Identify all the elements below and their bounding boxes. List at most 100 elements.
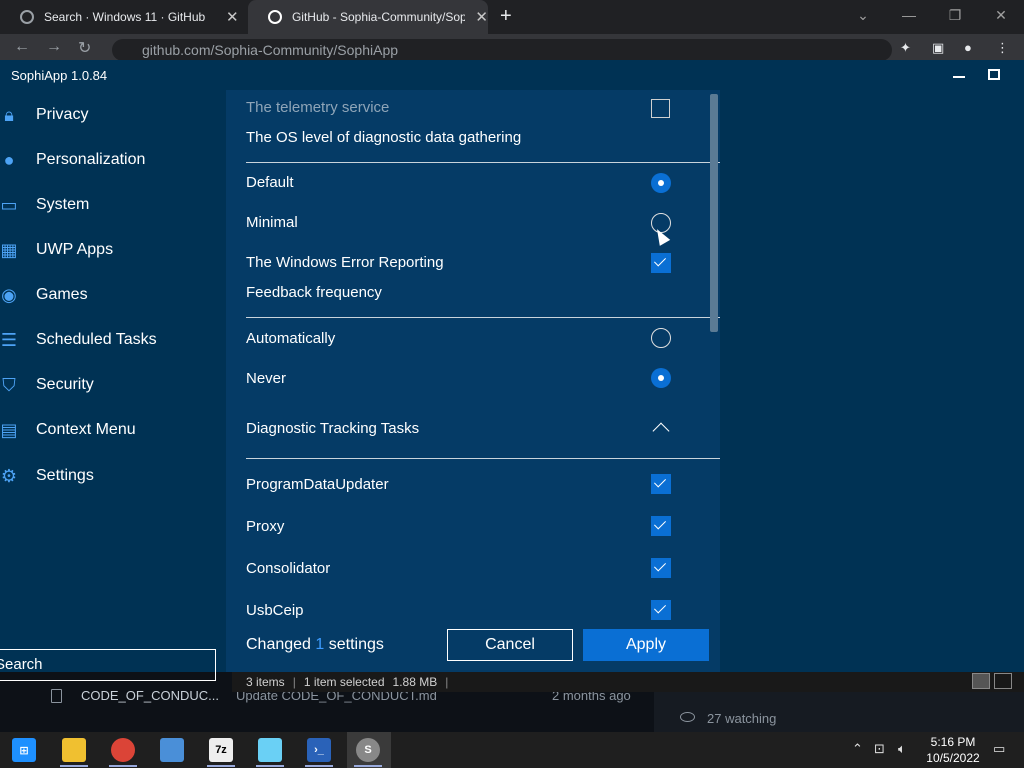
monitor-icon: ▭ <box>0 194 18 215</box>
file-name-link[interactable]: CODE_OF_CONDUC... <box>81 688 219 703</box>
running-indicator <box>207 765 235 767</box>
context-menu-icon: ▤ <box>0 419 18 440</box>
action-footer: Changed 1 settings Cancel Apply <box>246 629 716 661</box>
close-tab-icon[interactable]: ✕ <box>226 8 239 26</box>
task-label: ProgramDataUpdater <box>246 476 389 493</box>
divider <box>246 317 720 318</box>
notepad-icon[interactable] <box>258 738 282 762</box>
scrollbar-thumb[interactable] <box>710 94 718 332</box>
browser-tab-github[interactable]: GitHub - Sophia-Community/Sophia ✕ <box>248 0 488 34</box>
start-icon[interactable]: ⊞ <box>12 738 36 762</box>
divider <box>246 458 720 459</box>
network-icon[interactable]: ⊡ <box>874 741 885 757</box>
option-minimal-label: Minimal <box>246 214 298 231</box>
sidebar-item-scheduled-tasks[interactable]: ☰ Scheduled Tasks <box>0 320 226 360</box>
search-placeholder: Search <box>0 656 43 673</box>
restore-icon[interactable]: ❐ <box>932 0 978 34</box>
task-label: Consolidator <box>246 560 331 577</box>
tasks-icon: ☰ <box>0 329 18 350</box>
book-app-icon[interactable] <box>160 738 184 762</box>
clock-time: 5:16 PM <box>930 735 976 749</box>
clock[interactable]: 5:16 PM 10/5/2022 <box>918 734 988 766</box>
sidepanel-icon[interactable]: ▣ <box>932 40 944 56</box>
reload-icon[interactable]: ↻ <box>78 38 91 58</box>
settings-panel: The telemetry service The OS level of di… <box>226 90 720 672</box>
task-checkbox[interactable] <box>651 474 671 494</box>
sidebar-item-privacy[interactable]: 🔒︎ Privacy <box>0 95 226 135</box>
sidebar-item-label: Privacy <box>36 106 89 123</box>
file-explorer-icon[interactable] <box>62 738 86 762</box>
taskbar: ⊞ 7z ›_ S ⌃ ⊡ 🔈︎ 5:16 PM 10/5/2022 ▭ <box>0 732 1024 768</box>
extensions-icon[interactable]: ✦ <box>900 40 911 56</box>
sidebar-item-label: Scheduled Tasks <box>36 331 157 348</box>
details-view-icon[interactable] <box>972 673 990 689</box>
sidebar-item-settings[interactable]: ⚙ Settings <box>0 456 226 496</box>
person-icon: ● <box>3 149 15 170</box>
option-never-radio[interactable] <box>651 368 671 388</box>
app-titlebar: SophiApp 1.0.84 <box>0 60 1024 90</box>
tiles-view-icon[interactable] <box>994 673 1012 689</box>
sidebar-item-system[interactable]: ▭ System <box>0 185 226 225</box>
chrome-icon[interactable] <box>111 738 135 762</box>
changed-count: 1 <box>315 636 325 653</box>
changed-count-text: Changed 1 settings <box>246 636 384 653</box>
running-indicator <box>354 765 382 767</box>
sidebar-item-personalization[interactable]: ● Personalization <box>0 140 226 180</box>
search-input[interactable]: Search <box>0 649 216 681</box>
cancel-button[interactable]: Cancel <box>447 629 573 661</box>
maximize-icon[interactable] <box>988 69 1000 80</box>
apps-icon: ▦ <box>0 239 18 260</box>
minimize-icon[interactable]: — <box>886 0 932 34</box>
task-checkbox[interactable] <box>651 516 671 536</box>
apply-button[interactable]: Apply <box>583 629 709 661</box>
sophiapp-taskbar-icon[interactable]: S <box>356 738 380 762</box>
app-title: SophiApp 1.0.84 <box>11 68 108 83</box>
telemetry-service-checkbox[interactable] <box>651 99 670 118</box>
notification-icon[interactable]: ▭ <box>993 741 1005 757</box>
minimize-icon[interactable] <box>953 76 965 78</box>
diagnostic-data-header: The OS level of diagnostic data gatherin… <box>246 129 522 146</box>
7zip-icon[interactable]: 7z <box>209 738 233 762</box>
task-checkbox[interactable] <box>651 600 671 620</box>
telemetry-service-label: The telemetry service <box>246 99 390 116</box>
running-indicator <box>109 765 137 767</box>
close-icon[interactable]: ✕ <box>978 0 1024 34</box>
task-label: UsbCeip <box>246 602 304 619</box>
running-indicator <box>60 765 88 767</box>
option-automatically-radio[interactable] <box>651 328 671 348</box>
view-toggles <box>972 673 1012 689</box>
browser-tabstrip: Search · Windows 11 · GitHub ✕ GitHub - … <box>0 0 1024 34</box>
sidebar-item-uwp-apps[interactable]: ▦ UWP Apps <box>0 230 226 270</box>
sidebar-item-label: Games <box>36 286 88 303</box>
running-indicator <box>256 765 284 767</box>
file-icon <box>51 689 62 703</box>
tab-search-icon[interactable]: ⌄ <box>840 0 886 34</box>
tab-title: Search · Windows 11 · GitHub <box>44 10 206 24</box>
watching-count[interactable]: 27 watching <box>707 711 776 726</box>
tracking-tasks-header[interactable]: Diagnostic Tracking Tasks <box>246 420 701 437</box>
error-reporting-label: The Windows Error Reporting <box>246 254 444 271</box>
sophiapp-window: SophiApp 1.0.84 🔒︎ Privacy ● Personaliza… <box>0 60 1024 681</box>
sidebar-item-games[interactable]: ◉ Games <box>0 275 226 315</box>
sidebar-item-label: Context Menu <box>36 421 136 438</box>
menu-icon[interactable]: ⋮ <box>996 40 1009 56</box>
option-default-radio[interactable] <box>651 173 671 193</box>
sidebar-item-context-menu[interactable]: ▤ Context Menu <box>0 410 226 450</box>
address-bar[interactable]: github.com/Sophia-Community/SophiApp <box>112 39 892 61</box>
new-tab-icon[interactable]: + <box>500 5 512 28</box>
back-icon[interactable]: ← <box>14 38 30 56</box>
gamepad-icon: ◉ <box>1 284 17 305</box>
chevron-up-icon[interactable]: ⌃ <box>852 741 863 757</box>
sidebar-item-security[interactable]: ⛉ Security <box>0 365 226 405</box>
error-reporting-checkbox[interactable] <box>651 253 671 273</box>
task-checkbox[interactable] <box>651 558 671 578</box>
lock-icon: 🔒︎ <box>4 104 14 125</box>
profile-icon[interactable]: ● <box>964 40 972 55</box>
browser-tab-search[interactable]: Search · Windows 11 · GitHub ✕ <box>0 0 248 34</box>
eye-icon <box>680 712 695 722</box>
forward-icon[interactable]: → <box>46 38 62 56</box>
close-tab-icon[interactable]: ✕ <box>475 8 488 26</box>
powershell-icon[interactable]: ›_ <box>307 738 331 762</box>
volume-icon[interactable]: 🔈︎ <box>898 741 906 757</box>
option-automatically-label: Automatically <box>246 330 336 347</box>
